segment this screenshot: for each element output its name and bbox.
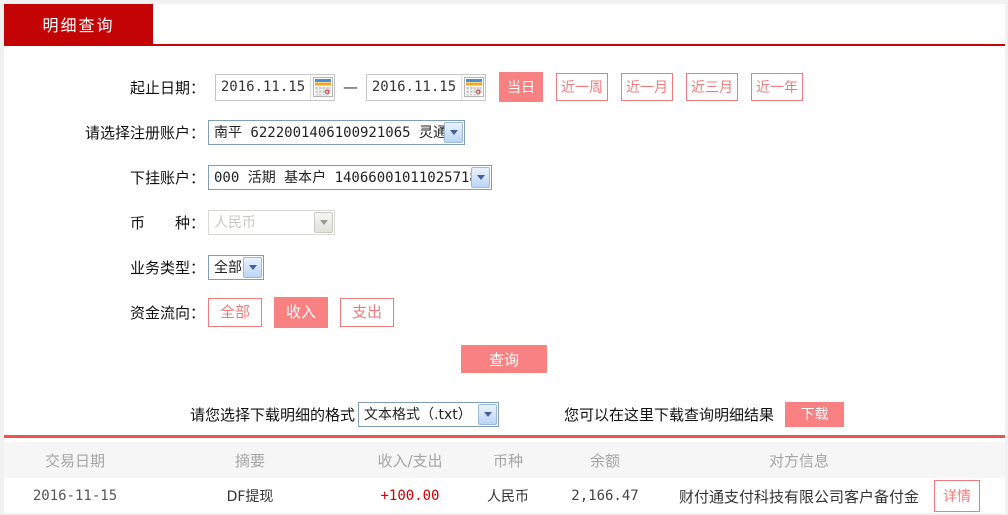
- start-date-calendar-button[interactable]: [310, 74, 334, 100]
- fund-flow-income-button[interactable]: 收入: [274, 296, 329, 328]
- fund-flow-label: 资金流向：: [129, 303, 205, 322]
- fund-flow-expense-button[interactable]: 支出: [340, 297, 395, 327]
- quick-range-year-button[interactable]: 近一年: [751, 73, 803, 101]
- end-date-field[interactable]: [366, 73, 486, 101]
- header-trade-date: 交易日期: [44, 451, 105, 470]
- date-range-label: 起止日期：: [129, 78, 205, 97]
- query-button[interactable]: 查询: [461, 345, 547, 373]
- cell-summary: DF提现: [226, 489, 274, 505]
- cell-trade-date: 2016-11-15: [32, 488, 118, 504]
- detail-button[interactable]: 详情: [934, 480, 980, 512]
- header-summary: 摘要: [234, 451, 265, 470]
- cell-counterparty: 财付通支付科技有限公司客户备付金: [678, 487, 919, 506]
- cell-action: 详情: [934, 480, 1008, 512]
- header-counterparty: 对方信息: [768, 451, 829, 470]
- sub-account-label: 下挂账户：: [129, 168, 205, 187]
- header-currency: 币种: [492, 451, 523, 470]
- quick-range-quarter-button[interactable]: 近三月: [686, 73, 738, 101]
- download-format-select[interactable]: 文本格式（.txt）: [358, 401, 500, 427]
- tab-underline: [0, 44, 1008, 46]
- sub-account-value: 000 活期 基本户 1406600101102571848: [214, 170, 471, 186]
- tab-bar: 明细查询: [0, 0, 1008, 46]
- sub-account-select[interactable]: 000 活期 基本户 1406600101102571848: [208, 164, 492, 190]
- header-income-expense: 收入/支出: [377, 451, 443, 470]
- quick-range-week-button[interactable]: 近一周: [556, 73, 608, 101]
- date-range-separator: —: [343, 78, 358, 96]
- currency-select: 人民币: [208, 209, 335, 235]
- quick-range-month-button[interactable]: 近一月: [621, 73, 673, 101]
- tab-detail-query[interactable]: 明细查询: [4, 4, 153, 44]
- table-top-line: [0, 435, 1008, 438]
- download-format-label: 请您选择下载明细的格式: [190, 405, 356, 424]
- end-date-calendar-button[interactable]: [461, 74, 485, 100]
- business-type-select[interactable]: 全部: [208, 254, 264, 280]
- sub-account-row: 下挂账户： 000 活期 基本户 1406600101102571848: [0, 163, 1008, 191]
- chevron-down-icon[interactable]: [444, 121, 463, 143]
- start-date-input[interactable]: [216, 79, 310, 95]
- calendar-icon: [312, 77, 333, 97]
- chevron-down-icon[interactable]: [478, 403, 498, 425]
- quick-range-today-button[interactable]: 当日: [499, 72, 543, 102]
- table-row: 2016-11-15 DF提现 +100.00 人民币 2,166.47 财付通…: [0, 478, 1008, 515]
- download-button[interactable]: 下载: [785, 401, 845, 427]
- download-format-value: 文本格式（.txt）: [364, 407, 472, 423]
- calendar-icon: [463, 77, 484, 97]
- cell-balance: 2,166.47: [571, 488, 639, 504]
- chevron-down-icon: [314, 211, 333, 233]
- download-hint: 您可以在这里下载查询明细结果: [564, 405, 775, 424]
- chevron-down-icon[interactable]: [471, 166, 490, 188]
- business-type-row: 业务类型： 全部: [0, 253, 1008, 281]
- query-row: 查询: [0, 345, 1008, 373]
- start-date-field[interactable]: [215, 73, 335, 101]
- currency-row: 币 种： 人民币: [0, 208, 1008, 236]
- currency-value: 人民币: [214, 215, 256, 231]
- business-type-label: 业务类型：: [129, 258, 205, 277]
- cell-amount: +100.00: [380, 488, 440, 504]
- query-form: 起止日期： —: [0, 46, 1008, 427]
- chevron-down-icon[interactable]: [243, 256, 262, 278]
- page: 明细查询 起止日期： 2016.11.15 — 2016.11.15 当日 近一…: [0, 0, 1008, 515]
- end-date-input[interactable]: [367, 79, 461, 95]
- header-balance: 余额: [589, 451, 620, 470]
- currency-label: 币 种：: [129, 213, 205, 232]
- edge-decoration: [0, 0, 4, 515]
- register-account-value: 南平 6222001406100921065 灵通卡: [214, 125, 444, 141]
- register-account-select[interactable]: 南平 6222001406100921065 灵通卡: [208, 119, 465, 145]
- fund-flow-row: 资金流向： 全部 收入 支出: [0, 296, 1008, 328]
- date-range-row: 起止日期： —: [0, 72, 1008, 102]
- edge-decoration: [0, 0, 1008, 4]
- fund-flow-all-button[interactable]: 全部: [208, 297, 263, 327]
- register-account-label: 请选择注册账户：: [84, 123, 205, 142]
- business-type-value: 全部: [214, 260, 242, 276]
- table-header-row: 交易日期 摘要 收入/支出 币种 余额 对方信息: [0, 442, 1008, 478]
- cell-currency: 人民币: [487, 489, 529, 505]
- register-account-row: 请选择注册账户： 南平 6222001406100921065 灵通卡: [0, 118, 1008, 146]
- download-row: 请您选择下载明细的格式 文本格式（.txt） 您可以在这里下载查询明细结果 下载: [0, 401, 1008, 427]
